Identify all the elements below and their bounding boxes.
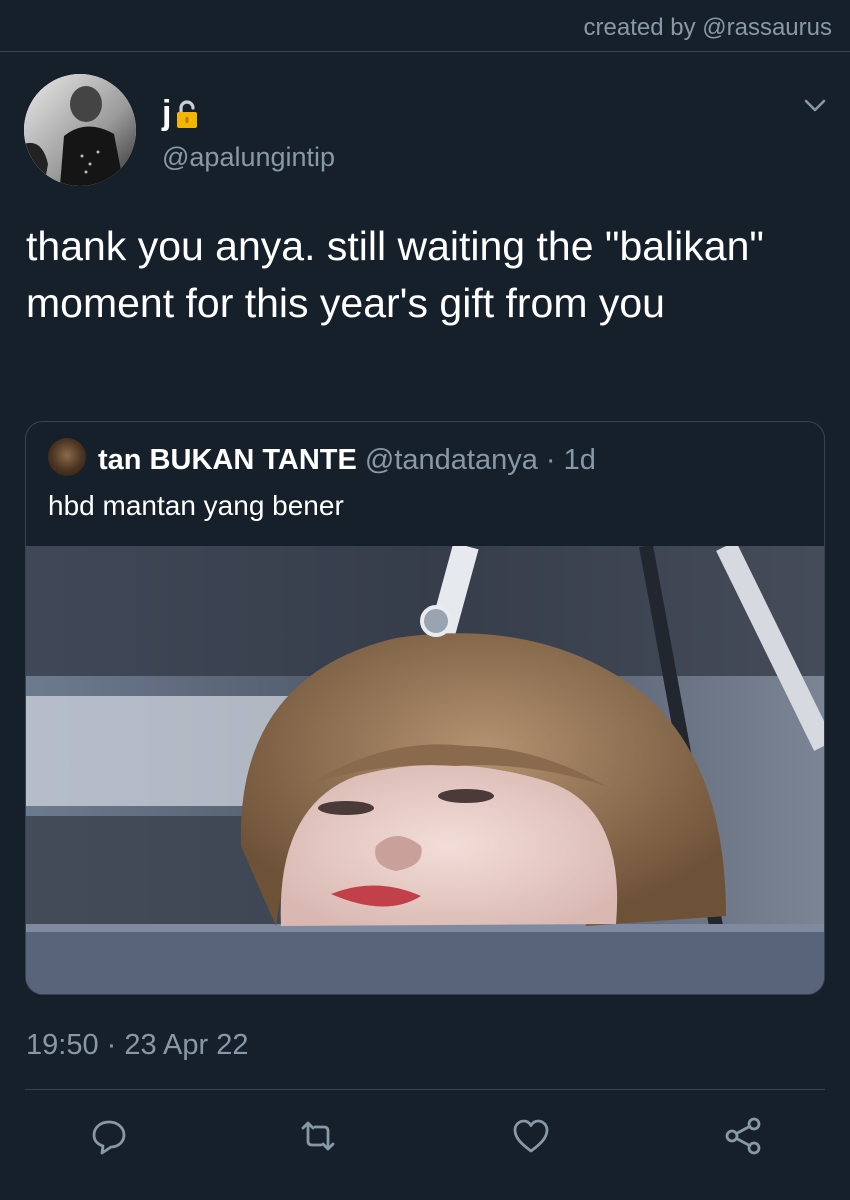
lock-icon: [173, 99, 201, 129]
reply-button[interactable]: [88, 1115, 130, 1157]
header-divider: [0, 51, 850, 52]
heart-icon: [513, 1119, 549, 1153]
share-button[interactable]: [722, 1115, 764, 1157]
quoted-author-handle: @tandatanya: [364, 444, 538, 476]
quoted-author-name: tan BUKAN TANTE: [98, 444, 357, 476]
author-handle[interactable]: @apalungintip: [162, 142, 335, 173]
actions-divider: [25, 1089, 825, 1090]
quoted-tweet-header: tan BUKAN TANTE @tandatanya · 1d: [98, 444, 596, 477]
quoted-tweet[interactable]: tan BUKAN TANTE @tandatanya · 1d hbd man…: [25, 421, 825, 995]
retweet-button[interactable]: [297, 1115, 339, 1157]
quoted-tweet-text: hbd mantan yang bener: [48, 490, 344, 521]
quoted-tweet-photo[interactable]: [26, 546, 824, 994]
quoted-tweet-age: · 1d: [545, 444, 596, 476]
like-button[interactable]: [510, 1115, 552, 1157]
chevron-down-icon[interactable]: [802, 92, 828, 118]
retweet-icon: [301, 1121, 335, 1151]
share-icon: [725, 1117, 761, 1155]
author-display-name[interactable]: j: [162, 94, 201, 133]
author-avatar[interactable]: [24, 74, 136, 186]
reply-icon: [92, 1120, 126, 1155]
quoted-author-avatar: [48, 438, 86, 476]
watermark-credit: created by @rassaurus: [583, 14, 832, 41]
display-name-text: j: [162, 94, 172, 132]
tweet-actions-bar: [0, 1115, 850, 1159]
tweet-timestamp[interactable]: 19:50 · 23 Apr 22: [26, 1029, 249, 1062]
tweet-text: thank you anya. still waiting the "balik…: [26, 223, 764, 326]
